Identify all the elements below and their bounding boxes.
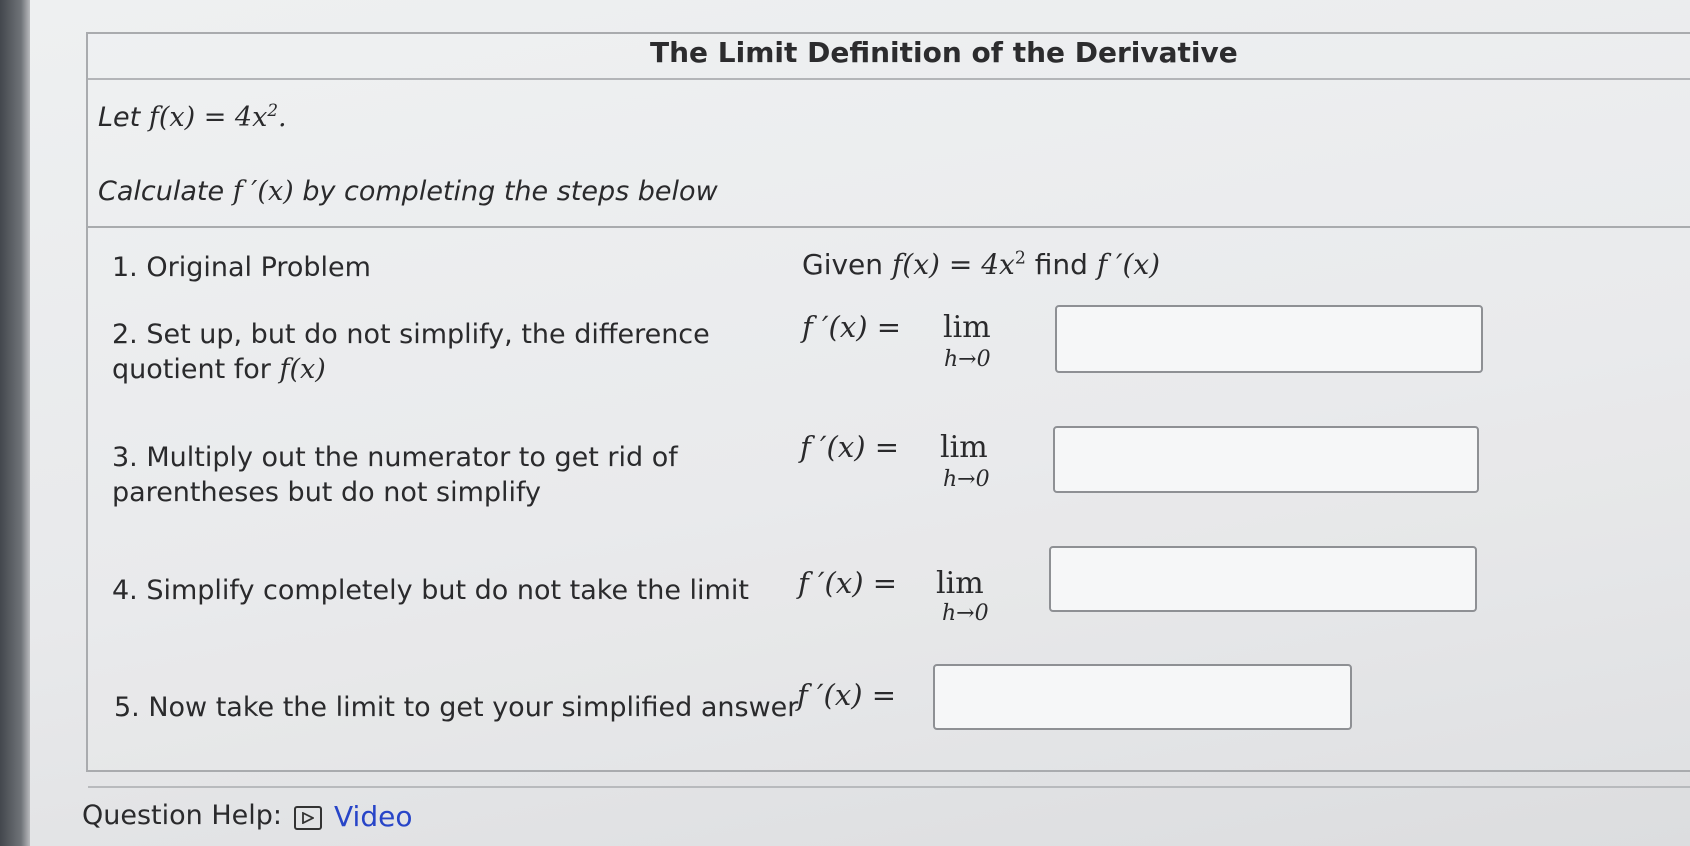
step-4-input[interactable] [1049,546,1477,612]
step-5-input[interactable] [933,664,1352,730]
step-4-lim: lim [936,566,984,601]
derivative-symbol: f ′(x) [232,176,294,207]
step-2-lim-sub: h→0 [944,347,991,372]
page-title: The Limit Definition of the Derivative [650,36,1238,69]
step-3-lim-sub: h→0 [943,467,990,492]
function-statement: Let f(x) = 4x2. [98,100,287,133]
given-statement: Given f(x) = 4x2 find f ′(x) [802,248,1161,281]
calc-prefix: Calculate [98,176,225,207]
step-2-input[interactable] [1055,305,1483,373]
step-4-lim-sub: h→0 [942,601,989,626]
left-bezel [0,0,30,846]
step-3-lhs: f ′(x) = [800,430,900,464]
step-4-label: 4. Simplify completely but do not take t… [112,575,749,606]
step-2-label: 2. Set up, but do not simplify, the diff… [112,319,710,385]
instructions: Calculate f ′(x) by completing the steps… [98,176,718,207]
step-4-lhs: f ′(x) = [798,566,898,600]
video-link[interactable]: Video [334,800,412,833]
step-5-lhs: f ′(x) = [797,678,897,712]
step-3-input[interactable] [1053,426,1479,493]
step-2-lhs: f ′(x) = [802,310,902,344]
step-5-label: 5. Now take the limit to get your simpli… [114,692,799,723]
step-3-lim: lim [940,430,988,465]
let-prefix: Let [98,102,141,133]
step-1-label: 1. Original Problem [112,252,371,283]
function-definition: f(x) = 4x2. [148,100,287,133]
divider [88,786,1690,788]
question-help-label: Question Help: [82,800,282,831]
calc-suffix: by completing the steps below [302,176,718,207]
step-3-label: 3. Multiply out the numerator to get rid… [112,442,678,508]
play-icon[interactable] [294,806,322,830]
step-2-lim: lim [943,310,991,345]
